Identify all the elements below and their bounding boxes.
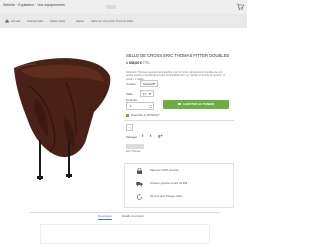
add-to-cart-button[interactable]: AJOUTER AU PANIER bbox=[163, 100, 229, 109]
stepper-up-icon[interactable] bbox=[150, 104, 152, 106]
google-plus-icon[interactable]: g+ bbox=[158, 134, 163, 138]
heart-icon: ♡ bbox=[128, 125, 133, 131]
check-icon bbox=[126, 114, 129, 117]
color-label: Couleur bbox=[126, 82, 137, 86]
chevron-down-icon bbox=[149, 93, 151, 95]
breadcrumb: Accueil Cheval-Selle Selles-Selle Selles… bbox=[0, 14, 247, 28]
price-value: 1 935,00 € bbox=[126, 61, 143, 65]
cart-icon[interactable] bbox=[236, 3, 244, 10]
site-logo[interactable] bbox=[106, 5, 116, 9]
product-price: 1 935,00 € TTC bbox=[126, 61, 150, 65]
size-select-value: 17 bbox=[143, 92, 147, 96]
breadcrumb-item[interactable]: Cheval-Selle bbox=[27, 19, 43, 23]
brand-logo[interactable] bbox=[126, 144, 144, 149]
chevron-down-icon bbox=[153, 83, 155, 85]
breadcrumb-item-current: Selle de cross Eric Thomas Fitter bbox=[91, 19, 134, 23]
breadcrumb-item[interactable]: Accueil bbox=[11, 19, 20, 23]
availability-text: Disponible le 15/03/2017 bbox=[131, 114, 160, 118]
site-header: Sellerie · Equitation · Vos équipements bbox=[0, 0, 247, 14]
price-suffix: TTC bbox=[142, 61, 150, 65]
reassurance-text: 30 jours pour changer d'avis bbox=[150, 195, 183, 198]
add-to-cart-label: AJOUTER AU PANIER bbox=[182, 102, 215, 106]
size-select[interactable]: 17 bbox=[140, 90, 154, 97]
color-select-value: Havane bbox=[143, 82, 153, 86]
facebook-icon[interactable]: f bbox=[142, 134, 143, 138]
tab-product-details[interactable]: Détails du produit bbox=[122, 214, 144, 218]
return-icon bbox=[136, 194, 143, 200]
lock-icon bbox=[137, 168, 142, 174]
quantity-stepper[interactable]: 1 bbox=[126, 102, 154, 110]
site-logo-text[interactable]: Sellerie · Equitation · Vos équipements bbox=[3, 3, 65, 7]
reassurance-text: Paiement 100% sécurisé bbox=[150, 169, 179, 172]
color-select[interactable]: Havane bbox=[140, 80, 158, 87]
product-image[interactable] bbox=[6, 36, 114, 184]
breadcrumb-item[interactable]: Selles bbox=[76, 19, 84, 23]
product-title: SELLE DE CROSS ERIC THOMAS FITTER DOUBLE… bbox=[126, 53, 230, 58]
share-label: Partager bbox=[126, 135, 138, 139]
divider bbox=[124, 120, 234, 121]
wishlist-button[interactable]: ♡ bbox=[126, 124, 133, 131]
tab-panel bbox=[40, 224, 210, 244]
breadcrumb-item[interactable]: Selles-Selle bbox=[50, 19, 65, 23]
tab-description[interactable]: Description bbox=[98, 214, 112, 220]
stepper-down-icon[interactable] bbox=[150, 106, 152, 108]
availability: Disponible le 15/03/2017 bbox=[126, 114, 160, 117]
quantity-value[interactable]: 1 bbox=[130, 104, 132, 108]
brand-name: Eric Thomas bbox=[126, 150, 141, 153]
twitter-icon[interactable]: t bbox=[150, 134, 151, 138]
truck-icon bbox=[136, 182, 143, 187]
reassurance-text: Livraison gratuite à partir de 80€ bbox=[150, 182, 188, 185]
size-label: Taille bbox=[126, 92, 133, 96]
home-icon[interactable] bbox=[5, 19, 9, 23]
cart-icon bbox=[177, 102, 181, 106]
